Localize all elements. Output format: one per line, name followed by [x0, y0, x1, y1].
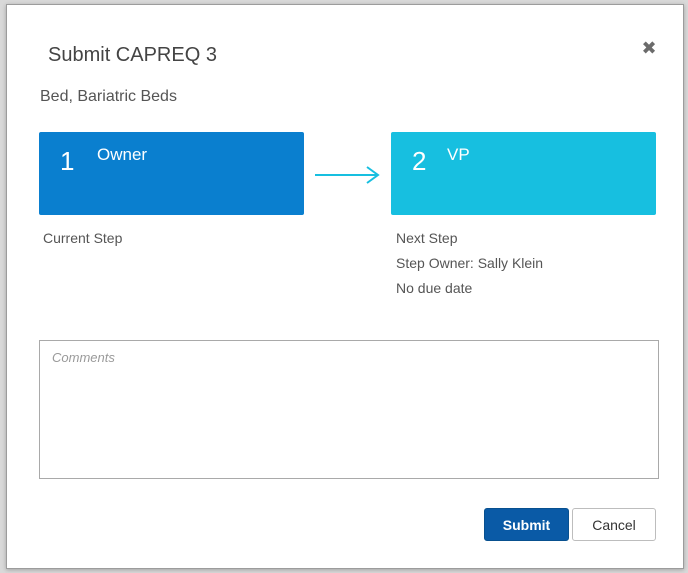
current-step-label: Current Step [43, 230, 123, 246]
submit-button[interactable]: Submit [484, 508, 569, 541]
close-icon[interactable]: ✖ [640, 39, 658, 57]
arrow-right-icon [315, 166, 380, 184]
current-step-number: 1 [60, 146, 75, 176]
comments-field[interactable] [39, 340, 659, 479]
next-step-number: 2 [412, 146, 427, 176]
current-step-info: Current Step [43, 226, 122, 251]
next-step-owner: Step Owner: Sally Klein [396, 255, 544, 271]
next-step-due: No due date [396, 280, 473, 296]
next-step-name: VP [447, 145, 470, 164]
current-step-card: 1 Owner [39, 132, 304, 215]
next-step-card: 2 VP [391, 132, 656, 215]
next-step-info: Next Step Step Owner: Sally Klein No due… [396, 226, 543, 301]
dialog-subtitle: Bed, Bariatric Beds [40, 88, 177, 105]
cancel-button[interactable]: Cancel [572, 508, 656, 541]
submit-dialog: Submit CAPREQ 3 ✖ Bed, Bariatric Beds 1 … [6, 4, 684, 569]
dialog-title: Submit CAPREQ 3 [48, 44, 217, 66]
current-step-name: Owner [97, 145, 148, 164]
next-step-label: Next Step [396, 230, 458, 246]
